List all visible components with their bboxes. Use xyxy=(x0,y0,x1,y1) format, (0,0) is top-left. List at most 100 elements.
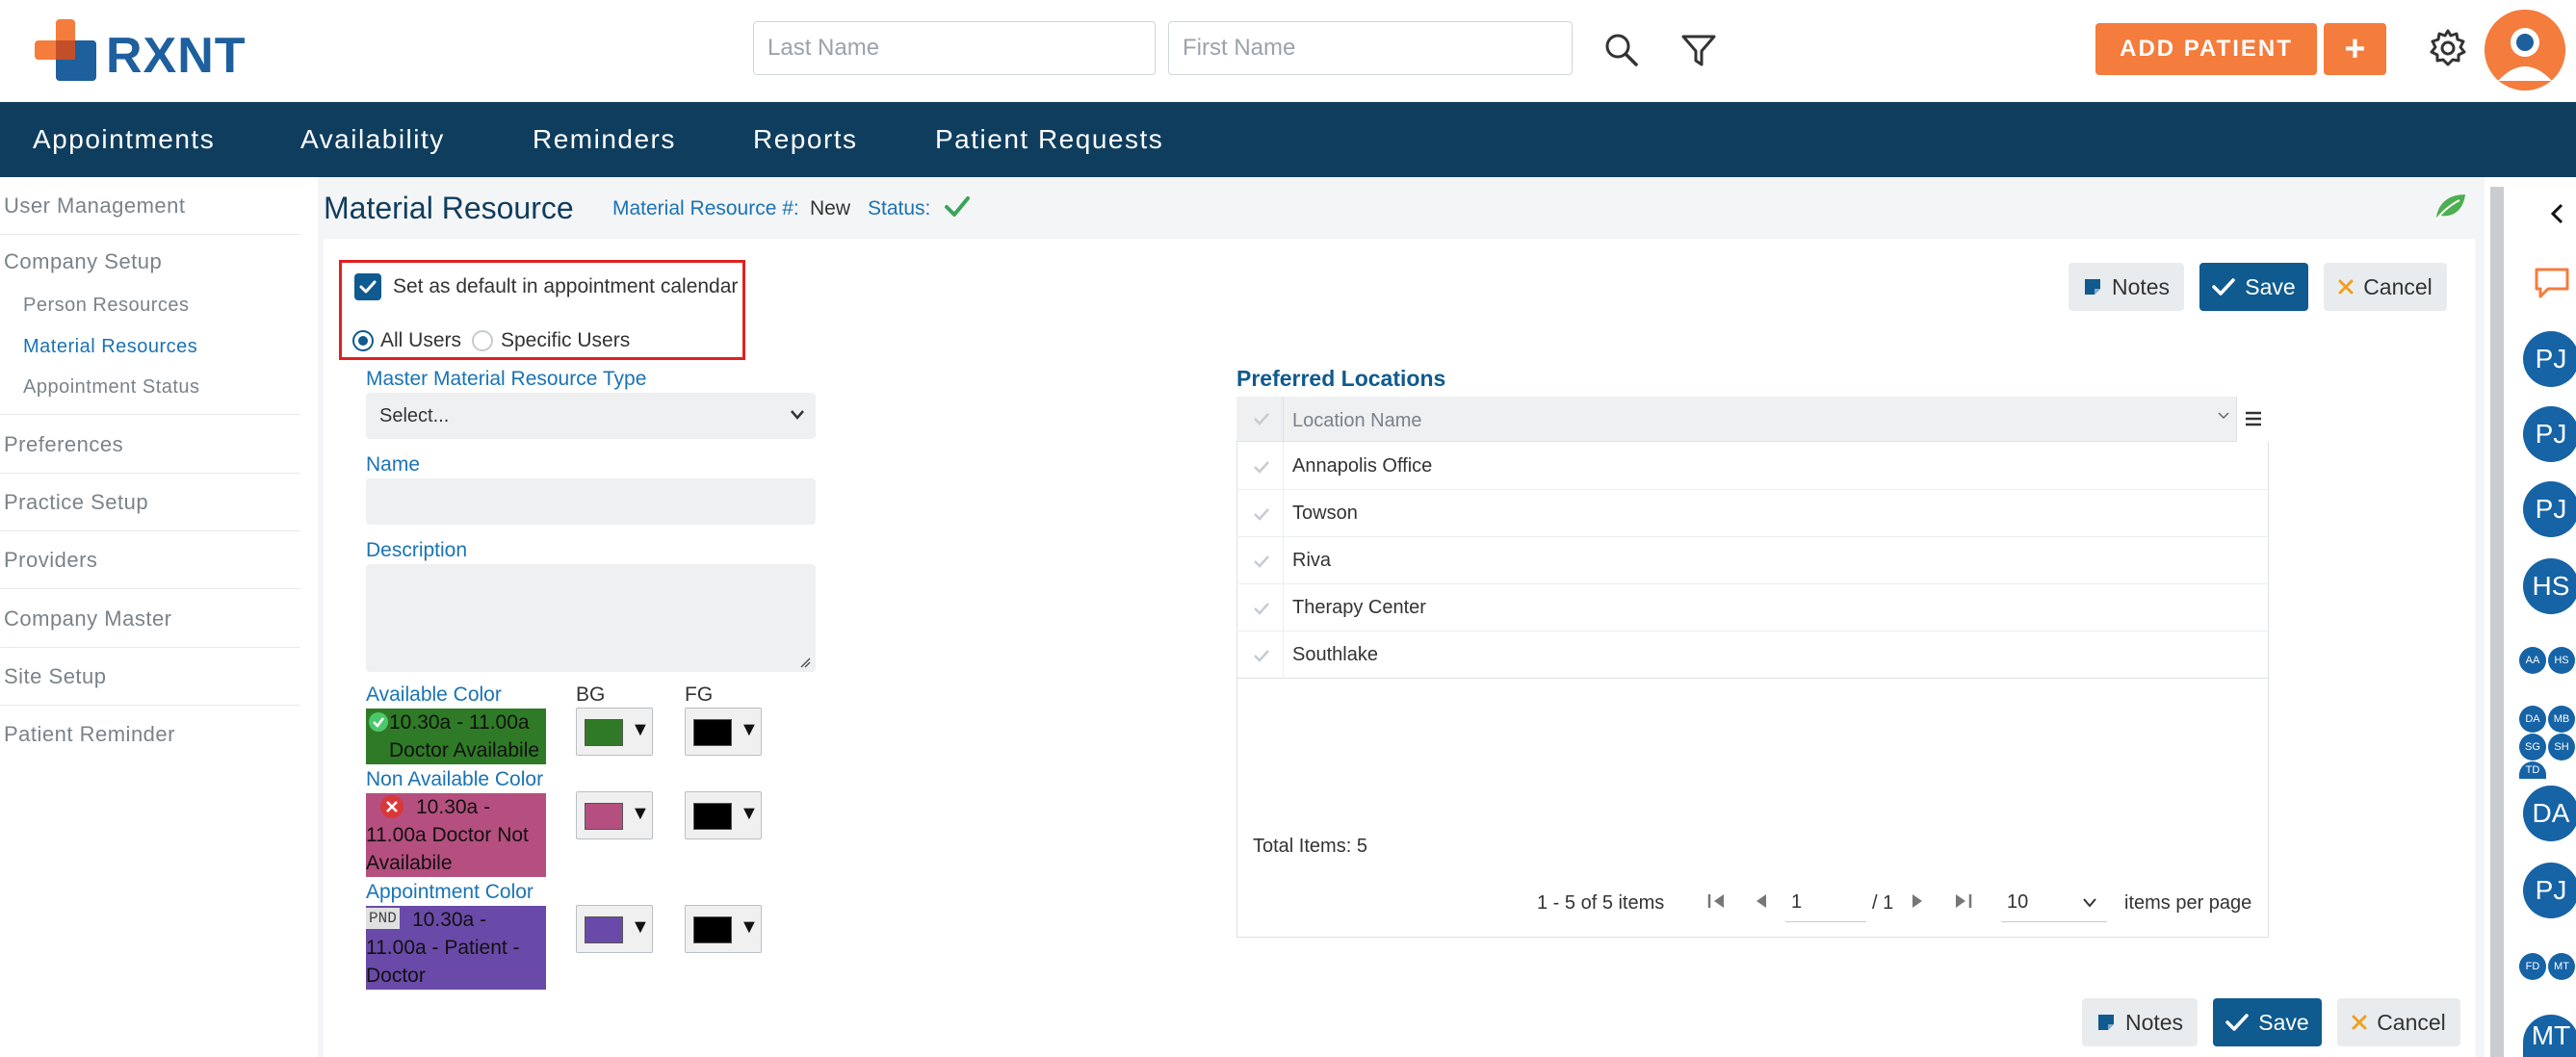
check-column-divider xyxy=(1283,442,1284,679)
available-color-preview: 10.30a - 11.00a Doctor Availabile xyxy=(366,709,546,764)
page-size-value: 10 xyxy=(2007,891,2029,913)
provider-avatar-small[interactable]: SG xyxy=(2519,734,2546,761)
row-check-icon[interactable] xyxy=(1252,646,1271,665)
provider-avatar-small[interactable]: SH xyxy=(2548,734,2575,761)
sidebar-item-providers[interactable]: Providers xyxy=(0,531,300,589)
header-divider xyxy=(1283,397,1284,442)
table-row[interactable] xyxy=(1236,632,2269,679)
notes-button-bottom[interactable]: Notes xyxy=(2082,998,2198,1046)
save-button-top[interactable]: Save xyxy=(2199,263,2308,311)
nav-patient-requests[interactable]: Patient Requests xyxy=(935,102,1163,177)
all-users-radio[interactable] xyxy=(352,330,374,351)
settings-gear-icon[interactable] xyxy=(2427,27,2469,69)
notes-button-top[interactable]: Notes xyxy=(2069,263,2184,311)
non-available-fg-swatch xyxy=(693,803,732,830)
resize-handle-icon[interactable] xyxy=(799,657,811,668)
next-page-icon[interactable] xyxy=(1909,891,1926,911)
first-page-icon[interactable] xyxy=(1706,891,1728,911)
available-preview-text: 10.30a - 11.00a Doctor Availabile xyxy=(389,711,540,761)
main-scrollbar[interactable] xyxy=(2490,187,2504,1057)
dropdown-arrow-icon: ▼ xyxy=(740,916,759,938)
add-patient-plus-button[interactable]: + xyxy=(2324,23,2386,75)
provider-avatar-small[interactable]: MT xyxy=(2548,953,2575,980)
non-available-bg-picker[interactable]: ▼ xyxy=(576,791,653,839)
available-fg-picker[interactable]: ▼ xyxy=(685,708,762,756)
sidebar-item-material-resources[interactable]: Material Resources xyxy=(0,326,300,367)
row-check-icon[interactable] xyxy=(1252,457,1271,477)
available-fg-swatch xyxy=(693,719,732,746)
provider-avatar[interactable]: DA xyxy=(2523,786,2576,841)
notes-label: Notes xyxy=(2124,1009,2184,1035)
user-avatar-icon xyxy=(2485,10,2565,90)
sidebar-item-patient-reminder[interactable]: Patient Reminder xyxy=(0,706,300,763)
available-bg-picker[interactable]: ▼ xyxy=(576,708,653,756)
chat-icon[interactable] xyxy=(2533,266,2571,300)
row-check-icon[interactable] xyxy=(1252,504,1271,524)
page-number-input[interactable]: 1 xyxy=(1785,884,1866,922)
check-icon xyxy=(2225,1014,2250,1031)
provider-avatar-small[interactable]: AA xyxy=(2519,647,2546,674)
rxnt-logo-icon xyxy=(35,19,96,81)
cancel-button-top[interactable]: Cancel xyxy=(2324,263,2447,311)
provider-avatar[interactable]: PJ xyxy=(2523,331,2576,387)
column-sort-chevron-icon[interactable] xyxy=(2217,410,2230,422)
nav-appointments[interactable]: Appointments xyxy=(33,102,215,177)
page-number-value: 1 xyxy=(1791,891,1803,913)
provider-avatar-small[interactable]: MB xyxy=(2548,706,2575,733)
nav-reminders[interactable]: Reminders xyxy=(533,102,676,177)
row-check-icon[interactable] xyxy=(1252,599,1271,618)
add-patient-button[interactable]: ADD PATIENT xyxy=(2095,23,2317,75)
cancel-button-bottom[interactable]: Cancel xyxy=(2337,998,2460,1046)
user-avatar[interactable] xyxy=(2485,10,2565,90)
sidebar-item-preferences[interactable]: Preferences xyxy=(0,416,300,474)
filter-icon[interactable] xyxy=(1678,29,1720,71)
status-label: Status: xyxy=(868,197,931,219)
name-input[interactable] xyxy=(366,478,816,525)
fg-column-label: FG xyxy=(685,683,714,706)
save-button-bottom[interactable]: Save xyxy=(2213,998,2322,1046)
page-size-select[interactable]: 10 xyxy=(2001,884,2107,922)
nav-availability[interactable]: Availability xyxy=(300,102,445,177)
prev-page-icon[interactable] xyxy=(1753,891,1770,911)
appointment-bg-picker[interactable]: ▼ xyxy=(576,905,653,953)
provider-avatar[interactable]: PJ xyxy=(2523,406,2576,462)
first-name-search-input[interactable] xyxy=(1168,21,1573,75)
pager-range-text: 1 - 5 of 5 items xyxy=(1537,892,1665,914)
available-check-icon xyxy=(369,712,388,732)
sidebar-item-company-setup[interactable]: Company Setup xyxy=(0,235,300,283)
location-name-column-header[interactable]: Location Name xyxy=(1292,408,1422,433)
available-color-label: Available Color xyxy=(366,683,502,706)
save-label: Save xyxy=(2258,1009,2309,1035)
sidebar-item-site-setup[interactable]: Site Setup xyxy=(0,648,300,706)
provider-avatar[interactable]: HS xyxy=(2523,558,2576,614)
collapse-chevron-left-icon[interactable] xyxy=(2548,202,2567,225)
select-all-check-icon[interactable] xyxy=(1252,409,1271,428)
nav-reports[interactable]: Reports xyxy=(753,102,858,177)
last-page-icon[interactable] xyxy=(1952,891,1973,911)
sidebar-item-person-resources[interactable]: Person Resources xyxy=(0,285,300,325)
non-available-fg-picker[interactable]: ▼ xyxy=(685,791,762,839)
location-name-cell: Annapolis Office xyxy=(1292,455,1433,477)
location-name-cell: Riva xyxy=(1292,550,1332,571)
provider-avatar-small[interactable]: HS xyxy=(2548,647,2575,674)
row-check-icon[interactable] xyxy=(1252,552,1271,571)
table-row[interactable] xyxy=(1236,537,2269,584)
provider-avatar-small[interactable]: DA xyxy=(2519,706,2546,733)
provider-avatar[interactable]: MT xyxy=(2523,1015,2576,1057)
provider-avatar[interactable]: PJ xyxy=(2523,481,2576,537)
search-icon[interactable] xyxy=(1600,29,1643,71)
sidebar-item-user-management[interactable]: User Management xyxy=(0,177,300,235)
sidebar-item-practice-setup[interactable]: Practice Setup xyxy=(0,474,300,531)
last-name-search-input[interactable] xyxy=(753,21,1156,75)
master-type-select[interactable]: Select... xyxy=(366,393,816,439)
description-textarea[interactable] xyxy=(366,564,816,672)
sidebar-item-company-master[interactable]: Company Master xyxy=(0,590,300,648)
table-row[interactable] xyxy=(1236,490,2269,537)
provider-avatar[interactable]: PJ xyxy=(2523,863,2576,918)
default-calendar-checkbox[interactable] xyxy=(354,273,381,300)
specific-users-radio[interactable] xyxy=(472,330,493,351)
appointment-fg-picker[interactable]: ▼ xyxy=(685,905,762,953)
column-menu-button[interactable] xyxy=(2236,397,2269,442)
sidebar-item-appointment-status[interactable]: Appointment Status xyxy=(0,367,300,415)
provider-avatar-small[interactable]: FD xyxy=(2519,953,2546,980)
